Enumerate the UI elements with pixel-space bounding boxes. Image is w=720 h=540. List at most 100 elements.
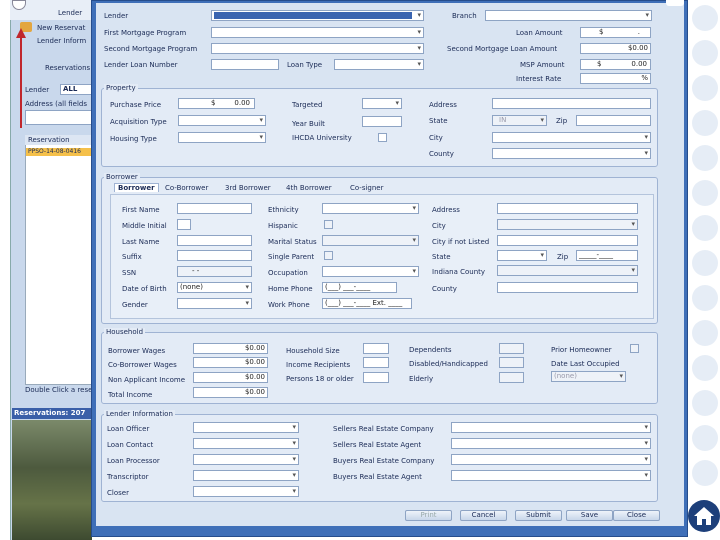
borrower-state-select[interactable] (497, 250, 547, 261)
bg-lender-filter-label: Lender (25, 86, 50, 94)
home-phone-input[interactable]: (___) ___-____ (322, 282, 397, 293)
city-not-listed-input[interactable] (497, 235, 638, 246)
single-parent-checkbox[interactable] (324, 251, 333, 260)
suffix-input[interactable] (177, 250, 252, 261)
elderly-input[interactable] (499, 372, 524, 383)
borrower-zip-input[interactable]: _____-____ (576, 250, 638, 261)
ssn-input[interactable]: - - (177, 266, 252, 277)
dependents-input[interactable] (499, 343, 524, 354)
ethnicity-select[interactable] (322, 203, 419, 214)
borrower-address-input[interactable] (497, 203, 638, 214)
targeted-select[interactable] (362, 98, 402, 109)
bg-address-label: Address (all fields (25, 100, 87, 108)
property-zip-input[interactable] (576, 115, 651, 126)
second-mortgage-amount-label: Second Mortgage Loan Amount (447, 45, 558, 53)
gender-select[interactable] (177, 298, 252, 309)
first-name-input[interactable] (177, 203, 252, 214)
loan-type-select[interactable] (334, 59, 424, 70)
lender-loan-number-input[interactable] (211, 59, 279, 70)
buyers-company-select[interactable] (451, 454, 651, 465)
non-applicant-income-label: Non Applicant Income (108, 376, 186, 384)
loan-processor-select[interactable] (193, 454, 299, 465)
home-button[interactable] (688, 500, 720, 532)
submit-button[interactable]: Submit (515, 510, 562, 521)
disabled-input[interactable] (499, 357, 524, 368)
tab-3rd-borrower[interactable]: 3rd Borrower (225, 184, 271, 192)
borrower-city-select[interactable] (497, 219, 638, 230)
bg-lender-filter[interactable]: ALL (60, 84, 92, 95)
acquisition-type-label: Acquisition Type (110, 118, 167, 126)
sellers-agent-select[interactable] (451, 438, 651, 449)
hispanic-checkbox[interactable] (324, 220, 333, 229)
dob-picker[interactable]: (none) (177, 282, 252, 293)
branch-label: Branch (452, 12, 477, 20)
background-photo (12, 420, 92, 540)
income-recipients-input[interactable] (363, 357, 389, 368)
print-button[interactable]: Print (405, 510, 452, 521)
ihcda-checkbox[interactable] (378, 133, 387, 142)
household-title: Household (104, 328, 146, 336)
cancel-button[interactable]: Cancel (460, 510, 507, 521)
middle-initial-input[interactable] (177, 219, 191, 230)
property-county-select[interactable] (492, 148, 651, 159)
second-mortgage-amount-input[interactable]: $0.00 (580, 43, 651, 54)
home-icon (694, 507, 714, 525)
dialog-close-tab[interactable] (666, 0, 684, 6)
closer-select[interactable] (193, 486, 299, 497)
save-button[interactable]: Save (566, 510, 613, 521)
purchase-price-input[interactable]: $0.00 (178, 98, 255, 109)
bg-new-reservation[interactable]: New Reservat (37, 24, 85, 32)
tab-co-borrower[interactable]: Co-Borrower (165, 184, 208, 192)
buyers-agent-select[interactable] (451, 470, 651, 481)
property-state-select[interactable]: IN (492, 115, 547, 126)
sellers-company-select[interactable] (451, 422, 651, 433)
indiana-county-select[interactable] (497, 265, 638, 276)
date-last-occupied-picker[interactable]: (none) (551, 371, 626, 382)
non-applicant-income-input[interactable]: $0.00 (193, 372, 268, 383)
marital-status-select[interactable] (322, 235, 419, 246)
persons-18-input[interactable] (363, 372, 389, 383)
tab-borrower[interactable]: Borrower (114, 183, 159, 192)
household-size-input[interactable] (363, 343, 389, 354)
msp-amount-input[interactable]: $0.00 (580, 59, 651, 70)
loan-contact-select[interactable] (193, 438, 299, 449)
year-built-input[interactable] (362, 116, 402, 127)
bg-list-selected-row[interactable]: PPSO-14-08-0416 (26, 148, 92, 156)
bg-lender-info[interactable]: Lender Inform (37, 37, 86, 45)
property-city-select[interactable] (492, 132, 651, 143)
co-borrower-wages-input[interactable]: $0.00 (193, 357, 268, 368)
tab-co-signer[interactable]: Co-signer (350, 184, 383, 192)
lender-select[interactable] (211, 10, 424, 21)
branch-select[interactable] (485, 10, 652, 21)
second-mortgage-select[interactable] (211, 43, 424, 54)
borrower-county-input[interactable] (497, 282, 638, 293)
first-mortgage-label: First Mortgage Program (104, 29, 187, 37)
acquisition-type-select[interactable] (178, 115, 266, 126)
property-address-label: Address (429, 101, 457, 109)
bg-tab-lender[interactable]: Lender (58, 9, 82, 17)
deco-circle (692, 75, 718, 101)
loan-officer-select[interactable] (193, 422, 299, 433)
work-phone-input[interactable]: (___) ___-____ Ext. ____ (322, 298, 412, 309)
borrower-wages-input[interactable]: $0.00 (193, 343, 268, 354)
income-recipients-label: Income Recipients (286, 361, 351, 369)
close-button[interactable]: Close (613, 510, 660, 521)
deco-circle (692, 425, 718, 451)
property-address-input[interactable] (492, 98, 651, 109)
bg-reservation-list[interactable] (25, 135, 93, 385)
property-state-label: State (429, 117, 448, 125)
property-city-label: City (429, 134, 443, 142)
tab-4th-borrower[interactable]: 4th Borrower (286, 184, 332, 192)
last-name-input[interactable] (177, 235, 252, 246)
lender-loan-number-label: Lender Loan Number (104, 61, 178, 69)
total-income-input[interactable]: $0.00 (193, 387, 268, 398)
occupation-select[interactable] (322, 266, 419, 277)
prior-homeowner-checkbox[interactable] (630, 344, 639, 353)
housing-type-select[interactable] (178, 132, 266, 143)
bg-address-input[interactable] (25, 110, 92, 125)
transcriptor-select[interactable] (193, 470, 299, 481)
loan-amount-input[interactable]: $. (580, 27, 651, 38)
first-mortgage-select[interactable] (211, 27, 424, 38)
deco-circle (692, 390, 718, 416)
interest-rate-input[interactable]: % (580, 73, 651, 84)
